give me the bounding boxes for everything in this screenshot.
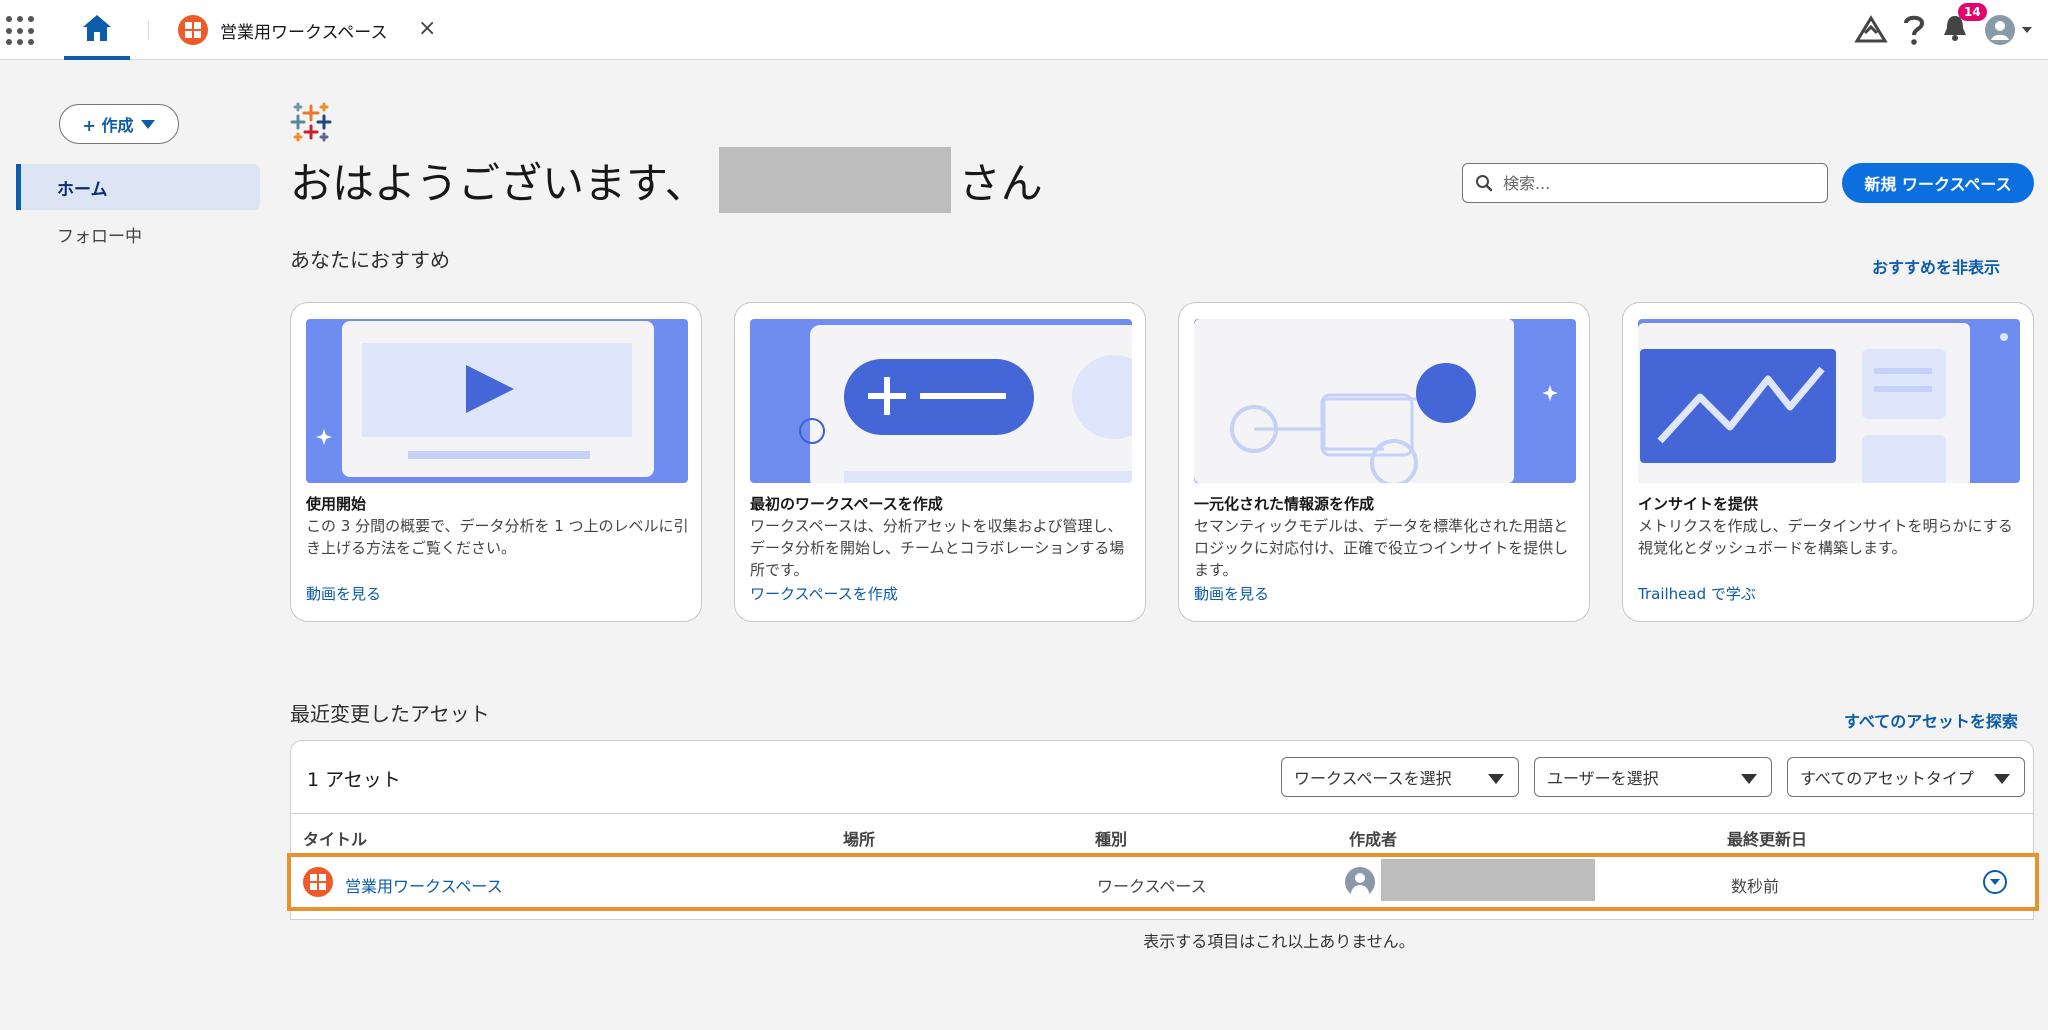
recent-assets-title: 最近変更したアセット (290, 702, 490, 726)
recommendation-card-get-started[interactable]: 使用開始 この 3 分間の概要で、データ分析を 1 つ上のレベルに引き上げる方法… (290, 302, 702, 622)
redacted-user-name (718, 147, 951, 213)
card-title: 使用開始 (306, 495, 367, 513)
chevron-down-icon (141, 119, 156, 129)
chevron-down-icon (1994, 774, 2010, 784)
card-title: インサイトを提供 (1638, 495, 1759, 513)
user-avatar-icon[interactable] (1984, 14, 2036, 46)
tab-separator (148, 20, 149, 40)
search-input[interactable] (1503, 173, 1803, 193)
asset-title-link[interactable]: 営業用ワークスペース (345, 873, 503, 897)
tableau-logo-icon (290, 102, 332, 142)
card-description: セマンティックモデルは、データを標準化された用語とロジックに対応付け、正確で役立… (1194, 517, 1569, 579)
semantic-model-illustration (1194, 319, 1576, 483)
workspace-tab[interactable]: 営業用ワークスペース (178, 14, 387, 46)
card-link[interactable]: 動画を見る (306, 583, 381, 604)
select-value: ユーザーを選択 (1547, 769, 1659, 788)
create-button[interactable]: + 作成 (59, 104, 179, 144)
card-description: ワークスペースは、分析アセットを収集および管理し、データ分析を開始し、チームとコ… (750, 517, 1125, 579)
asset-type-filter-select[interactable]: すべてのアセットタイプ (1787, 757, 2025, 797)
home-tab[interactable] (64, 0, 130, 60)
new-workspace-button[interactable]: 新規 ワークスペース (1842, 163, 2034, 203)
recommendation-card-insights[interactable]: インサイトを提供 メトリクスを作成し、データインサイトを明らかにする視覚化とダッ… (1622, 302, 2034, 622)
assets-table: 1 アセット ワークスペースを選択 ユーザーを選択 すべてのアセットタイプ タイ… (287, 740, 2039, 920)
asset-count: 1 アセット (307, 769, 401, 791)
creator-avatar (1345, 867, 1375, 897)
workspace-icon (303, 867, 333, 897)
video-illustration (306, 319, 688, 483)
notifications-button[interactable]: 14 (1940, 3, 1987, 47)
column-header-updated[interactable]: 最終更新日 (1727, 826, 1807, 850)
select-value: すべてのアセットタイプ (1800, 769, 1974, 788)
user-filter-select[interactable]: ユーザーを選択 (1534, 757, 1772, 797)
workspace-filter-select[interactable]: ワークスペースを選択 (1281, 757, 1519, 797)
card-title: 一元化された情報源を作成 (1194, 495, 1375, 513)
card-description: メトリクスを作成し、データインサイトを明らかにする視覚化とダッシュボードを構築し… (1638, 517, 2013, 557)
insights-illustration (1638, 319, 2020, 483)
create-button-label: + 作成 (82, 116, 134, 135)
recommendation-card-semantic-model[interactable]: 一元化された情報源を作成 セマンティックモデルは、データを標準化された用語とロジ… (1178, 302, 1590, 622)
redacted-creator-name (1381, 859, 1595, 901)
recommendation-card-create-workspace[interactable]: 最初のワークスペースを作成 ワークスペースは、分析アセットを収集および管理し、デ… (734, 302, 1146, 622)
chevron-down-icon (1741, 774, 1757, 784)
workspace-icon (178, 15, 208, 45)
card-link[interactable]: 動画を見る (1194, 583, 1269, 604)
explore-all-assets-link[interactable]: すべてのアセットを探索 (1844, 708, 2018, 732)
card-title: 最初のワークスペースを作成 (750, 495, 943, 513)
table-header: タイトル 場所 種別 作成者 最終更新日 (291, 813, 2033, 853)
card-link[interactable]: ワークスペースを作成 (750, 583, 898, 604)
sidebar-item-following[interactable]: フォロー中 (57, 222, 142, 247)
sidebar-item-label: ホーム (57, 179, 108, 200)
column-header-location[interactable]: 場所 (843, 826, 875, 850)
table-row[interactable]: 営業用ワークスペース ワークスペース 数秒前 (287, 853, 2039, 911)
row-actions-menu-icon[interactable] (1983, 870, 2007, 894)
sidebar-item-home[interactable]: ホーム (16, 164, 260, 210)
workspace-tab-label: 営業用ワークスペース (220, 22, 388, 43)
page-title: おはようございます、 さん (290, 147, 1043, 213)
sidebar-item-label: フォロー中 (57, 227, 142, 247)
asset-type: ワークスペース (1097, 877, 1207, 896)
top-right-icons: 14 (1854, 3, 2036, 50)
close-tab-icon[interactable]: × (418, 16, 436, 41)
app-launcher-icon[interactable] (6, 16, 36, 46)
trailhead-icon[interactable] (1854, 15, 1888, 45)
top-bar: 営業用ワークスペース × 14 (0, 0, 2048, 60)
column-header-title[interactable]: タイトル (303, 826, 367, 850)
workspace-illustration (750, 319, 1132, 483)
greeting-suffix: さん (958, 158, 1043, 208)
notification-badge: 14 (1958, 3, 1987, 21)
help-icon[interactable] (1902, 14, 1926, 46)
card-description: この 3 分間の概要で、データ分析を 1 つ上のレベルに引き上げる方法をご覧くだ… (306, 517, 689, 557)
greeting-prefix: おはようございます、 (290, 158, 707, 208)
column-header-type[interactable]: 種別 (1095, 826, 1127, 850)
select-value: ワークスペースを選択 (1294, 769, 1452, 788)
column-header-creator[interactable]: 作成者 (1349, 826, 1397, 850)
hide-recommendations-link[interactable]: おすすめを非表示 (1872, 254, 2000, 278)
asset-updated: 数秒前 (1731, 877, 1780, 896)
chevron-down-icon (1488, 774, 1504, 784)
recommendations-title: あなたにおすすめ (290, 248, 450, 272)
home-icon (83, 15, 111, 41)
end-of-list-message: 表示する項目はこれ以上ありません。 (1143, 932, 1415, 951)
card-link[interactable]: Trailhead で学ぶ (1638, 583, 1756, 604)
search-icon (1476, 175, 1493, 192)
search-box[interactable] (1462, 163, 1828, 203)
